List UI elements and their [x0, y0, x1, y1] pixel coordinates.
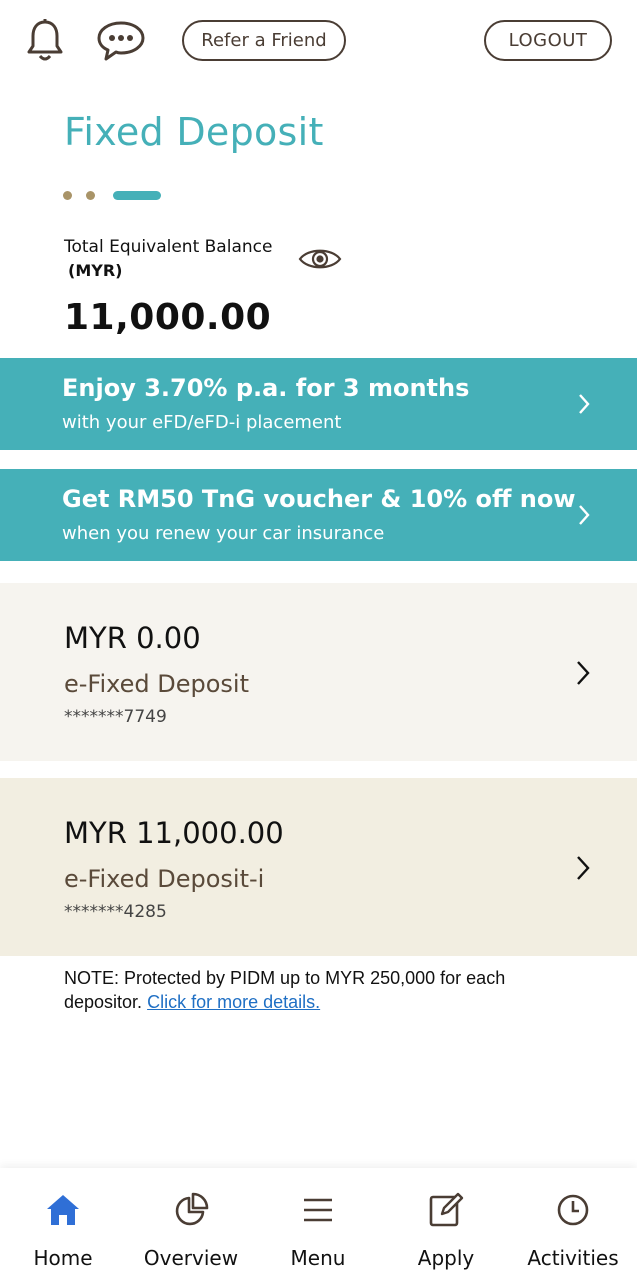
- page-title: Fixed Deposit: [64, 110, 324, 154]
- nav-item-menu[interactable]: Menu: [280, 1168, 356, 1280]
- bottom-nav: Home Overview Menu Apply Activities: [0, 1168, 637, 1280]
- nav-item-apply[interactable]: Apply: [406, 1168, 486, 1280]
- account-card-efd[interactable]: MYR 0.00 e-Fixed Deposit *******7749: [0, 583, 637, 761]
- home-icon: [43, 1190, 83, 1230]
- account-name: e-Fixed Deposit: [64, 670, 249, 698]
- page-dot-active[interactable]: [113, 190, 161, 200]
- bell-icon[interactable]: [22, 16, 68, 66]
- chevron-right-icon: [577, 856, 590, 880]
- pidm-note: NOTE: Protected by PIDM up to MYR 250,00…: [64, 966, 584, 1014]
- account-number: *******7749: [64, 707, 167, 727]
- page-dot-1[interactable]: [63, 190, 72, 200]
- account-amount: MYR 0.00: [64, 621, 201, 655]
- clock-icon: [553, 1190, 593, 1230]
- promo-banner-car-insurance[interactable]: Get RM50 TnG voucher & 10% off now when …: [0, 469, 637, 561]
- chevron-right-icon: [577, 661, 590, 685]
- account-number: *******4285: [64, 902, 167, 922]
- balance-label: Total Equivalent Balance: [64, 237, 273, 257]
- top-bar: Refer a Friend LOGOUT: [0, 0, 637, 82]
- nav-label: Overview: [143, 1246, 239, 1270]
- promo-banner-fd-rate[interactable]: Enjoy 3.70% p.a. for 3 months with your …: [0, 358, 637, 450]
- pidm-details-link[interactable]: Click for more details.: [147, 992, 320, 1012]
- edit-form-icon: [426, 1190, 466, 1230]
- nav-label: Apply: [417, 1246, 475, 1270]
- promo-subtitle: with your eFD/eFD-i placement: [62, 412, 342, 433]
- page-dot-2[interactable]: [86, 190, 95, 200]
- hamburger-icon: [298, 1190, 338, 1230]
- nav-item-home[interactable]: Home: [22, 1168, 104, 1280]
- eye-icon[interactable]: [298, 244, 342, 274]
- nav-item-overview[interactable]: Overview: [140, 1168, 242, 1280]
- promo-subtitle: when you renew your car insurance: [62, 523, 385, 544]
- chevron-right-icon: [579, 505, 590, 525]
- logout-button[interactable]: LOGOUT: [484, 20, 612, 61]
- nav-label: Home: [33, 1246, 93, 1270]
- nav-item-activities[interactable]: Activities: [522, 1168, 624, 1280]
- nav-label: Menu: [290, 1246, 346, 1270]
- promo-title: Enjoy 3.70% p.a. for 3 months: [62, 374, 470, 402]
- balance-amount: 11,000.00: [64, 297, 272, 338]
- page-indicator[interactable]: [63, 189, 161, 201]
- account-card-efd-i[interactable]: MYR 11,000.00 e-Fixed Deposit-i *******4…: [0, 778, 637, 956]
- nav-label: Activities: [527, 1246, 619, 1270]
- refer-a-friend-button[interactable]: Refer a Friend: [182, 20, 346, 61]
- promo-title: Get RM50 TnG voucher & 10% off now: [62, 485, 576, 513]
- balance-currency: (MYR): [68, 261, 123, 280]
- account-amount: MYR 11,000.00: [64, 816, 284, 850]
- pie-chart-icon: [171, 1190, 211, 1230]
- account-name: e-Fixed Deposit-i: [64, 865, 265, 893]
- chevron-right-icon: [579, 394, 590, 414]
- chat-bubble-icon[interactable]: [94, 18, 148, 64]
